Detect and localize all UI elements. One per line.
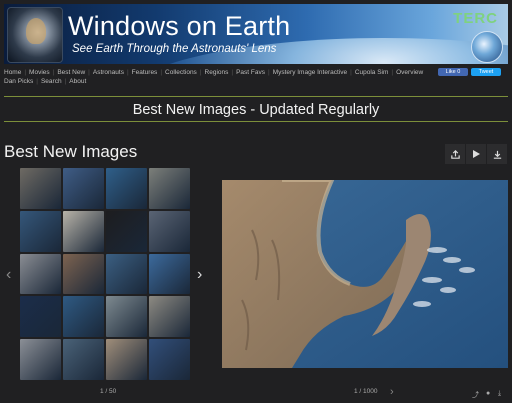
thumbnail-13[interactable] [20,296,61,338]
gallery-toolbar [444,144,507,164]
thumbnail-18[interactable] [63,339,104,380]
nav-separator: | [391,69,394,76]
thumbnail-17[interactable] [20,339,61,380]
thumbnail-4[interactable] [149,168,190,209]
thumbnail-5[interactable] [20,210,61,252]
viewer-info-icon[interactable]: ● [486,390,490,397]
nav-separator: | [24,69,27,76]
nav-item-regions[interactable]: Regions [205,68,229,77]
site-banner: Windows on Earth See Earth Through the A… [4,4,508,64]
nav-separator: | [160,69,163,76]
gallery-next-arrow-icon[interactable]: › [197,266,202,284]
thumbnail-16[interactable] [149,296,190,338]
thumbnail-14[interactable] [63,296,104,338]
thumbnail-8[interactable] [149,210,190,252]
nav-item-dan-picks[interactable]: Dan Picks [4,77,33,86]
nav-item-mystery-image-interactive[interactable]: Mystery Image Interactive [273,68,347,77]
nav-item-past-favs[interactable]: Past Favs [236,68,265,77]
thumbnail-2[interactable] [63,168,104,209]
thumbnail-11[interactable] [106,253,147,295]
viewer-next-arrow-icon[interactable]: › [390,386,394,398]
thumbnail-3[interactable] [106,168,147,209]
tweet-button[interactable]: Tweet [471,68,501,76]
nav-item-home[interactable]: Home [4,68,21,77]
viewer-download-icon[interactable]: ⤓ [498,390,501,398]
featured-image[interactable] [222,180,508,368]
nav-separator: | [36,78,38,85]
thumbnail-6[interactable] [63,210,104,252]
nav-item-about[interactable]: About [69,77,86,86]
nav-item-movies[interactable]: Movies [29,68,50,77]
nav-separator: | [267,69,270,76]
divider-top [4,96,508,97]
play-icon[interactable] [466,144,486,164]
divider-bottom [4,121,508,122]
nav-item-collections[interactable]: Collections [165,68,197,77]
thumbnail-7[interactable] [106,210,147,252]
thumbnail-19[interactable] [106,339,147,380]
nav-item-astronauts[interactable]: Astronauts [93,68,124,77]
terc-logo[interactable]: TERC [453,10,498,27]
nav-separator: | [350,69,352,76]
nav-separator: | [64,78,67,85]
nav-separator: | [126,69,129,76]
download-icon[interactable] [487,144,507,164]
mission-logo-icon [471,31,503,63]
nav-item-cupola-sim[interactable]: Cupola Sim [355,68,389,77]
section-title: Best New Images [4,142,138,161]
thumbnail-grid [20,168,190,380]
astronaut-window-image [7,7,63,63]
page-heading: Best New Images - Updated Regularly [132,102,380,118]
thumbnail-9[interactable] [20,253,61,295]
nav-separator: | [88,69,90,76]
viewer-counter: 1 / 1000 [354,388,378,395]
thumbnail-20[interactable] [149,339,190,380]
main-nav: Home | Movies | Best New | Astronauts | Features… [4,68,434,86]
thumbnail-1[interactable] [20,168,61,209]
thumbnail-12[interactable] [149,253,190,295]
facebook-like-button[interactable]: Like 0 [438,68,468,76]
thumbnail-15[interactable] [106,296,147,338]
nav-item-features[interactable]: Features [132,68,158,77]
nav-item-best-new[interactable]: Best New [57,68,85,77]
site-subtitle: See Earth Through the Astronauts' Lens [72,43,277,55]
gallery-prev-arrow-icon[interactable]: ‹ [6,266,11,284]
nav-item-search[interactable]: Search [41,77,62,86]
nav-separator: | [52,69,55,76]
gallery-counter: 1 / 50 [100,388,117,395]
nav-separator: | [199,69,202,76]
viewer-share-icon[interactable]: ⤴ [472,390,479,400]
nav-item-overview[interactable]: Overview [396,68,423,77]
nav-separator: | [231,69,234,76]
thumbnail-10[interactable] [63,253,104,295]
site-title[interactable]: Windows on Earth [68,11,290,42]
share-icon[interactable] [445,144,465,164]
